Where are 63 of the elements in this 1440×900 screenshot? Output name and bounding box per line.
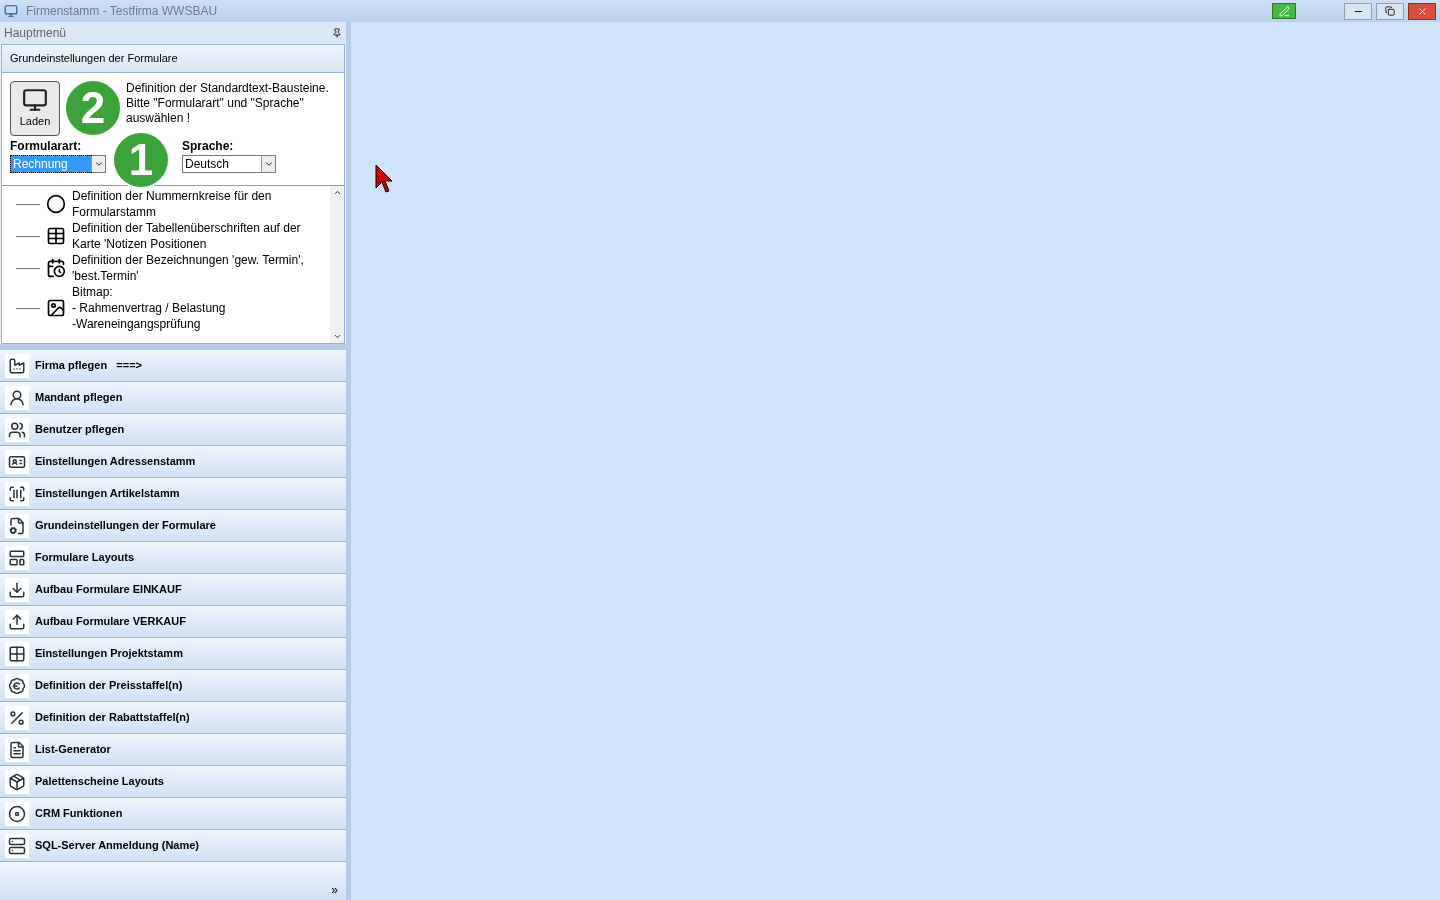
field-label: Formularart: xyxy=(10,139,83,153)
tree-item[interactable]: Definition der Bezeichnungen 'gew. Termin', 'best.Termin' xyxy=(72,252,330,284)
tree-item[interactable]: Definition der Tabellenüberschriften auf der Karte 'Notizen Positionen xyxy=(72,220,330,252)
cursor-icon xyxy=(375,164,393,194)
menu-item[interactable]: SQL-Server Anmeldung (Name) xyxy=(0,830,346,862)
menu-item-icon xyxy=(8,388,26,407)
menu-item-icon xyxy=(8,836,26,855)
menu-item[interactable]: Aufbau Formulare VERKAUF xyxy=(0,606,346,638)
pen-icon xyxy=(1278,5,1290,17)
description-text: Definition der Standardtext-Bausteine. Bitte "Formularart" und "Sprache" auswählen ! xyxy=(126,81,330,126)
edit-button[interactable] xyxy=(1272,3,1296,19)
menu-item[interactable]: Benutzer pflegen xyxy=(0,414,346,446)
menu-item-icon xyxy=(8,708,26,727)
menu-item-icon xyxy=(8,580,26,599)
menu-item-icon xyxy=(8,548,26,567)
tree-item-icon xyxy=(46,194,66,214)
more-button[interactable]: » xyxy=(331,884,338,896)
restore-button[interactable] xyxy=(1376,2,1404,20)
step-marker: 1 xyxy=(112,131,170,189)
menu-item[interactable]: Formulare Layouts xyxy=(0,542,346,574)
computer-icon xyxy=(22,87,48,114)
tree-item-icon xyxy=(46,226,66,246)
section-header: Grundeinstellungen der Formulare xyxy=(2,45,344,73)
load-button[interactable]: Laden xyxy=(10,81,60,136)
menu-item-icon xyxy=(8,740,26,759)
field-label: Sprache: xyxy=(182,139,235,153)
tree-item-icon xyxy=(46,258,66,278)
menu-item-icon xyxy=(8,644,26,663)
scroll-up-icon[interactable] xyxy=(332,188,342,197)
tree-item[interactable]: Definition der Nummernkreise für den Formularstamm xyxy=(72,188,330,220)
menu-item-icon xyxy=(8,356,26,375)
app-icon xyxy=(4,4,18,18)
menu-item[interactable]: List-Generator xyxy=(0,734,346,766)
menu-item-icon xyxy=(8,420,26,439)
menu-item[interactable]: Firma pflegen ===> xyxy=(0,350,346,382)
menu-item[interactable]: Palettenscheine Layouts xyxy=(0,766,346,798)
scroll-down-icon[interactable] xyxy=(332,332,342,341)
menu-item-icon xyxy=(8,772,26,791)
menu-item[interactable]: Einstellungen Artikelstamm xyxy=(0,478,346,510)
menu-item[interactable]: Grundeinstellungen der Formulare xyxy=(0,510,346,542)
tree-item-icon xyxy=(46,298,66,318)
menu-item[interactable]: Definition der Rabattstaffel(n) xyxy=(0,702,346,734)
menu-item[interactable]: Einstellungen Projektstamm xyxy=(0,638,346,670)
menu-item[interactable]: Einstellungen Adressenstamm xyxy=(0,446,346,478)
dropdown-field[interactable]: Deutsch xyxy=(182,155,276,173)
tree-item[interactable]: Bitmap: - Rahmenvertrag / Belastung -Wareneingangsprüfung xyxy=(72,284,330,332)
window-title: Firmenstamm - Testfirma WWSBAU xyxy=(26,3,218,20)
menu-item[interactable]: Aufbau Formulare EINKAUF xyxy=(0,574,346,606)
menu-item-icon xyxy=(8,676,26,695)
panel-title: Hauptmenü xyxy=(4,25,67,42)
restore-icon xyxy=(1385,6,1395,16)
close-button[interactable] xyxy=(1408,2,1436,20)
menu-item-icon xyxy=(8,516,26,535)
menu-item-icon xyxy=(8,804,26,823)
menu-item-icon xyxy=(8,612,26,631)
menu-item[interactable]: Definition der Preisstaffel(n) xyxy=(0,670,346,702)
menu-item[interactable]: CRM Funktionen xyxy=(0,798,346,830)
menu-item-icon xyxy=(8,484,26,503)
menu-item[interactable]: Mandant pflegen xyxy=(0,382,346,414)
pin-icon[interactable] xyxy=(332,28,342,38)
step-marker: 2 xyxy=(64,79,122,137)
scrollbar[interactable] xyxy=(330,186,344,343)
close-icon xyxy=(1416,5,1428,17)
